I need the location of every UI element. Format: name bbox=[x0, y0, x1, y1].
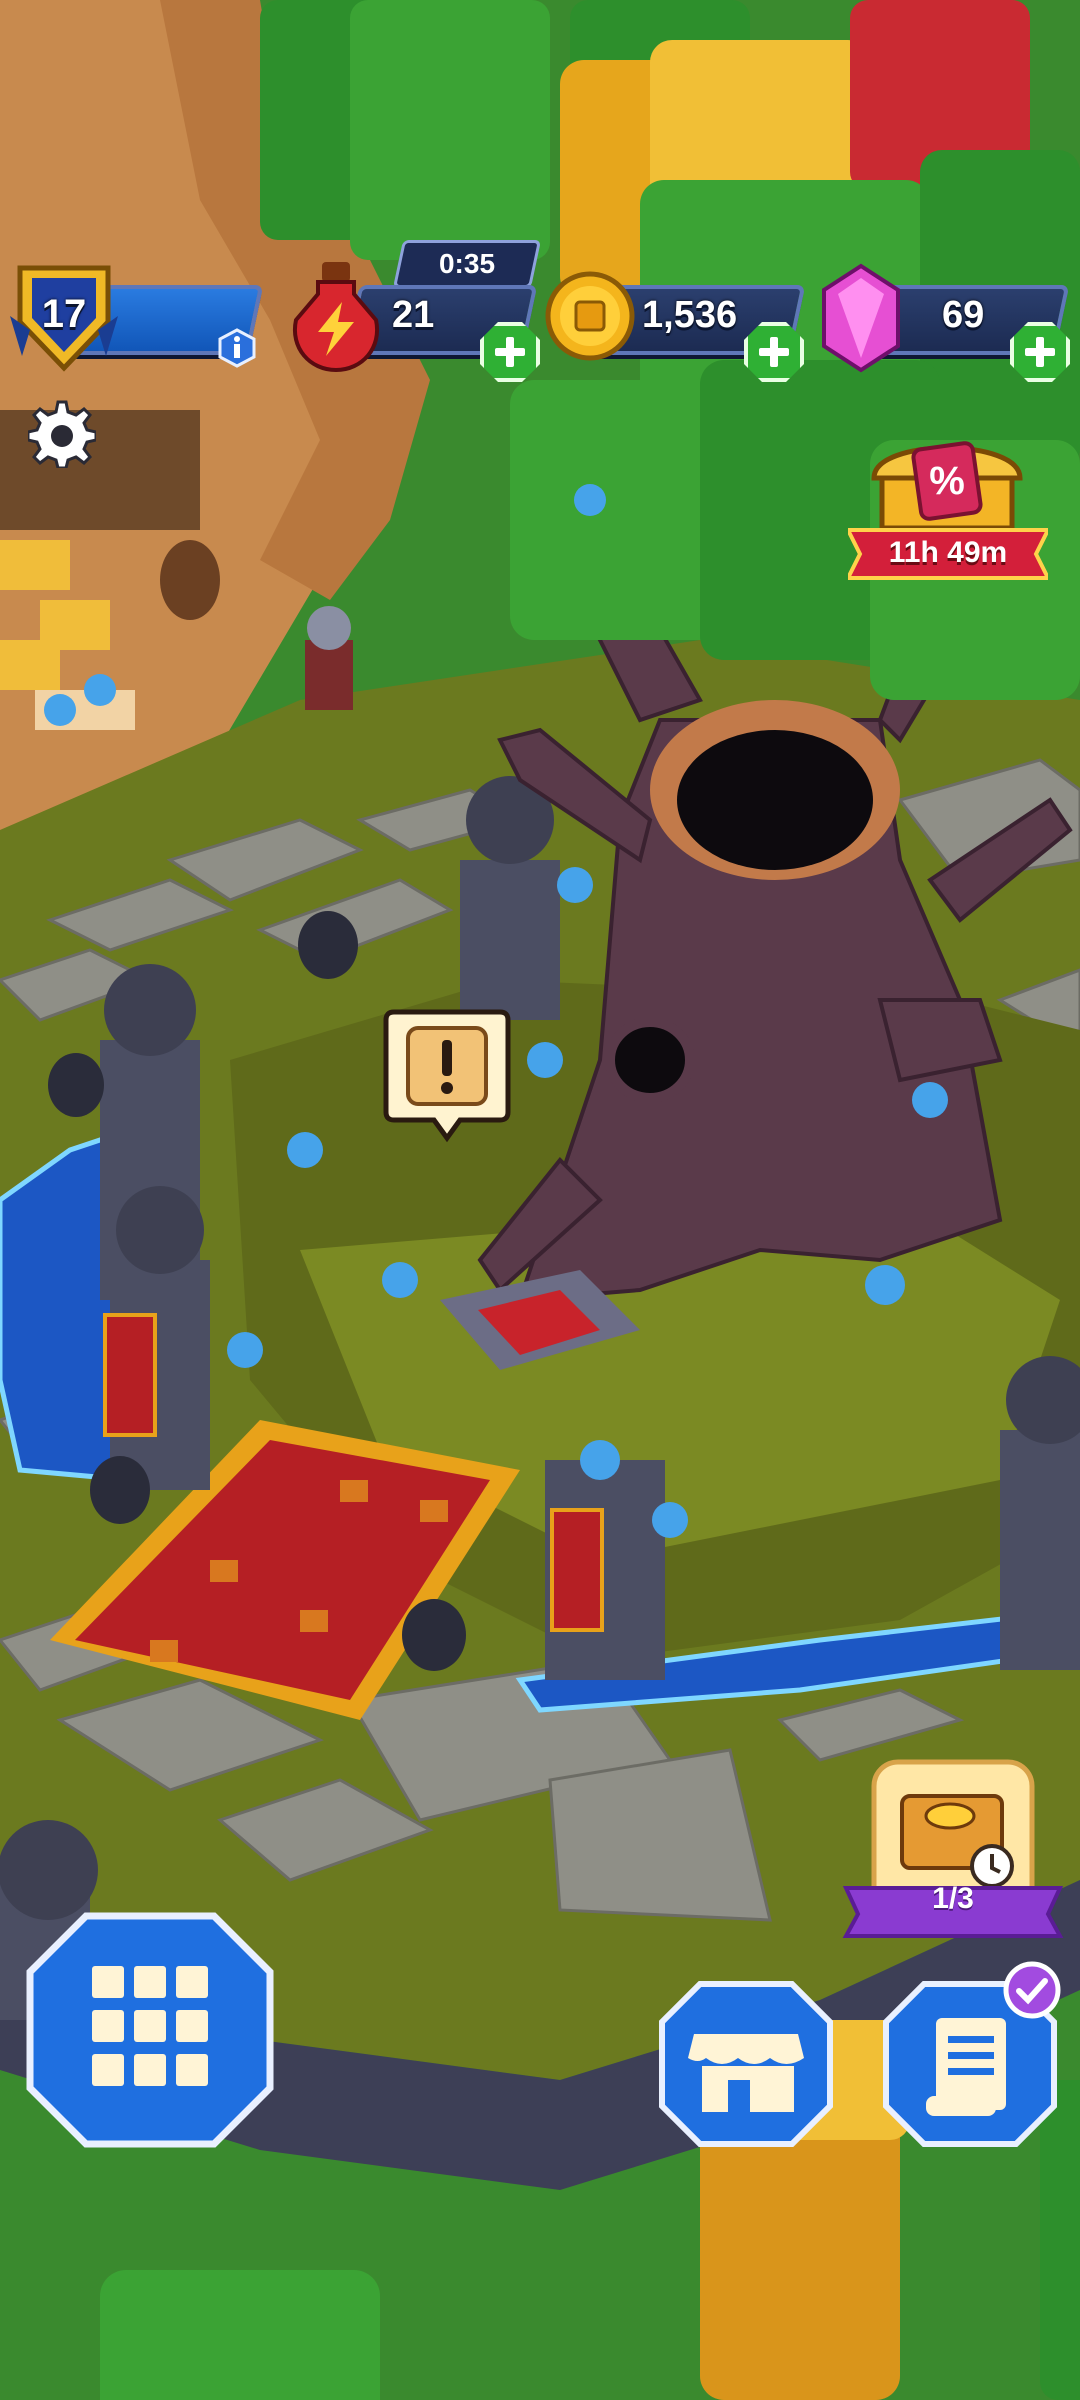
chest-progress: 1/3 bbox=[932, 1882, 974, 1915]
svg-text:%: % bbox=[929, 459, 965, 503]
level-number: 17 bbox=[41, 292, 87, 336]
gems-count: 69 bbox=[942, 294, 985, 336]
pink-gem-icon bbox=[822, 263, 900, 373]
quest-marker[interactable] bbox=[380, 1006, 514, 1144]
menu-button[interactable] bbox=[26, 1912, 274, 2148]
gear-icon bbox=[28, 400, 96, 468]
grid-icon bbox=[26, 1912, 274, 2148]
offer-timer: 11h 49m bbox=[888, 536, 1008, 569]
scroll-exclamation-icon bbox=[383, 1009, 511, 1143]
energy-timer-tab: 0:35 bbox=[392, 240, 542, 288]
percent-chest-icon: % bbox=[871, 441, 1023, 531]
energy-count: 21 bbox=[392, 294, 435, 336]
check-badge-icon bbox=[1003, 1961, 1061, 2019]
plus-icon bbox=[495, 337, 525, 367]
coins-count: 1,536 bbox=[642, 294, 738, 336]
add-coins-button[interactable] bbox=[744, 322, 804, 382]
gold-coin-icon bbox=[545, 271, 635, 361]
energy-timer: 0:35 bbox=[438, 248, 496, 279]
potion-lightning-icon bbox=[292, 262, 380, 373]
add-energy-button[interactable] bbox=[480, 322, 540, 382]
plus-icon bbox=[1025, 337, 1055, 367]
settings-button[interactable] bbox=[28, 400, 96, 468]
info-icon[interactable] bbox=[218, 328, 256, 368]
add-gems-button[interactable] bbox=[1010, 322, 1070, 382]
shop-button[interactable] bbox=[658, 1980, 834, 2148]
market-stall-icon bbox=[659, 1981, 833, 2147]
plus-icon bbox=[759, 337, 789, 367]
quests-button[interactable] bbox=[882, 1961, 1061, 2148]
